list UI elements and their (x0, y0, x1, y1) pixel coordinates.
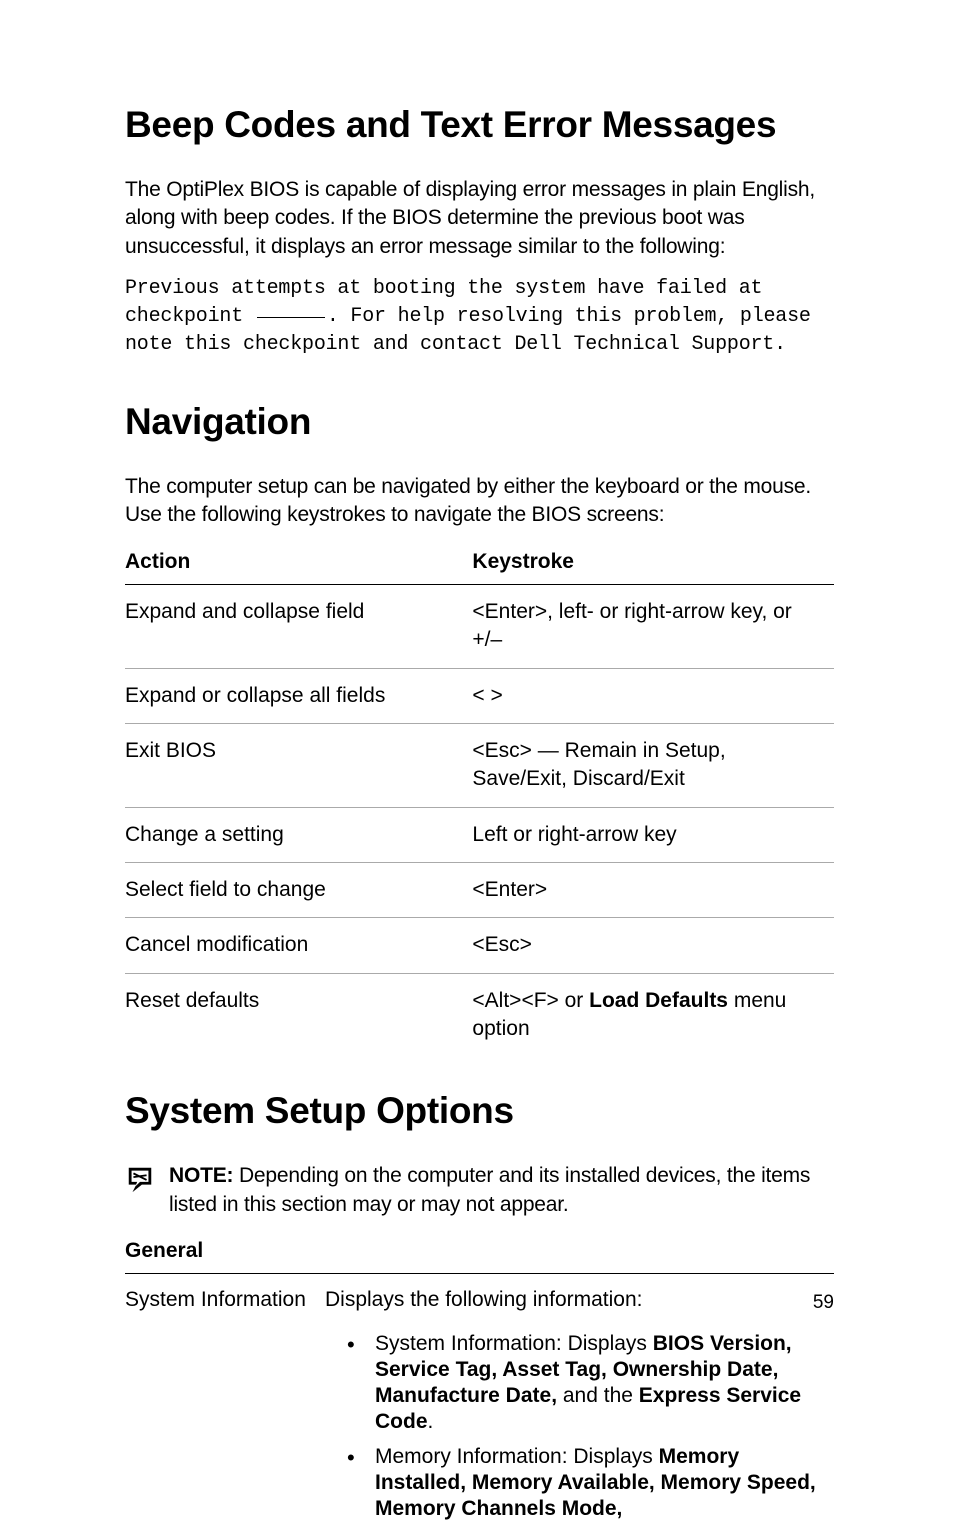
li-text: Memory Information: Displays (375, 1445, 659, 1468)
table-row: Expand and collapse field <Enter>, left-… (125, 584, 834, 668)
table-row: Reset defaults <Alt><F> or Load Defaults… (125, 973, 834, 1056)
heading-navigation: Navigation (125, 397, 834, 447)
blank-field (257, 317, 325, 318)
general-row: System Information Displays the followin… (125, 1286, 834, 1530)
key-text: <Alt><F> or (472, 989, 589, 1012)
code-sample: Previous attempts at booting the system … (125, 275, 834, 359)
table-row: Expand or collapse all fields < > (125, 668, 834, 723)
key-bold: Load Defaults (589, 989, 728, 1012)
paragraph-intro-2: The computer setup can be navigated by e… (125, 473, 834, 530)
li-text: System Information: Displays (375, 1332, 653, 1355)
table-header-action: Action (125, 544, 472, 585)
cell-action: Exit BIOS (125, 723, 472, 807)
li-text: . (428, 1410, 434, 1433)
heading-system-setup-options: System Setup Options (125, 1086, 834, 1136)
table-row: Select field to change <Enter> (125, 863, 834, 918)
row-body: Displays the following information: Syst… (325, 1286, 834, 1530)
table-row: Exit BIOS <Esc> — Remain in Setup, Save/… (125, 723, 834, 807)
note-label: NOTE: (169, 1164, 233, 1187)
cell-keystroke: Left or right-arrow key (472, 807, 834, 862)
cell-keystroke: <Alt><F> or Load Defaults menu option (472, 973, 834, 1056)
cell-keystroke: <Enter>, left- or right-arrow key, or +/… (472, 584, 834, 668)
cell-action: Cancel modification (125, 918, 472, 973)
cell-action: Expand or collapse all fields (125, 668, 472, 723)
note-icon (125, 1164, 155, 1202)
navigation-table: Action Keystroke Expand and collapse fie… (125, 544, 834, 1057)
page-number: 59 (813, 1290, 834, 1316)
note-block: NOTE: Depending on the computer and its … (125, 1162, 834, 1219)
note-text: NOTE: Depending on the computer and its … (169, 1162, 834, 1219)
cell-action: Expand and collapse field (125, 584, 472, 668)
list-item: System Information: Displays BIOS Versio… (347, 1331, 834, 1436)
table-row: Cancel modification <Esc> (125, 918, 834, 973)
document-page: Beep Codes and Text Error Messages The O… (0, 0, 954, 1366)
cell-action: Change a setting (125, 807, 472, 862)
cell-keystroke: <Esc> (472, 918, 834, 973)
cell-keystroke: < > (472, 668, 834, 723)
list-item: Memory Information: Displays Memory Inst… (347, 1444, 834, 1523)
cell-action: Select field to change (125, 863, 472, 918)
li-text: and the (557, 1384, 639, 1407)
table-header-keystroke: Keystroke (472, 544, 834, 585)
paragraph-intro-1: The OptiPlex BIOS is capable of displayi… (125, 176, 834, 261)
bullet-list: System Information: Displays BIOS Versio… (325, 1331, 834, 1523)
row-label-system-information: System Information (125, 1286, 325, 1314)
note-body: Depending on the computer and its instal… (169, 1164, 810, 1215)
table-row: Change a setting Left or right-arrow key (125, 807, 834, 862)
heading-beep-codes: Beep Codes and Text Error Messages (125, 100, 834, 150)
cell-keystroke: <Enter> (472, 863, 834, 918)
cell-keystroke: <Esc> — Remain in Setup, Save/Exit, Disc… (472, 723, 834, 807)
table-header-general: General (125, 1237, 834, 1274)
cell-action: Reset defaults (125, 973, 472, 1056)
row-intro: Displays the following information: (325, 1288, 642, 1311)
